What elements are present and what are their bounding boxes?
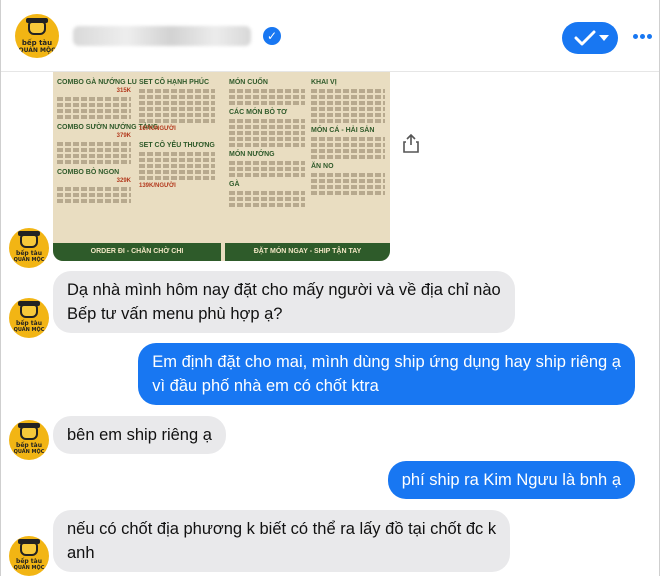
message-line: nếu có chốt địa phương k biết có thể ra … [67,520,497,538]
message-line: vì đầu phố nhà em có chốt ktra [152,377,379,395]
menu-image[interactable]: COMBO GÀ NƯỚNG LU 315K COMBO SƯỜN NƯỚNG … [53,72,390,261]
logo-subtext: QUÁN MỘC [18,47,56,54]
page-avatar[interactable]: bếp tàu QUÁN MỘC [15,14,59,58]
outgoing-message[interactable]: Em định đặt cho mai, mình dùng ship ứng … [138,343,635,405]
message-line: Bếp tư vấn menu phù hợp ạ? [67,305,283,323]
menu-heading: SET CÔ YÊU THƯƠNG [139,142,215,149]
message-line: Dạ nhà mình hôm nay đặt cho mấy người và… [67,281,501,299]
blurred-page-name[interactable] [73,26,251,46]
message-line: phí ship ra Kim Ngưu là bnh ạ [401,471,621,489]
share-icon[interactable] [403,133,419,153]
logo-subtext: QUÁN MỘC [13,257,45,263]
mark-done-button[interactable] [562,22,618,54]
menu-price: 167K/NGƯỜI [139,126,176,132]
menu-column: KHAI VỊ MÓN CÁ - HẢI SẢN ĂN NO [311,78,385,238]
menu-heading: MÓN CÁ - HẢI SẢN [311,127,375,134]
incoming-message[interactable]: nếu có chốt địa phương k biết có thể ra … [53,510,511,572]
verified-icon: ✓ [263,27,281,45]
page-avatar[interactable]: bếp tàu QUÁN MỘC [9,298,49,338]
page-avatar[interactable]: bếp tàu QUÁN MỘC [9,420,49,460]
logo-text: bếp tàu [21,39,53,47]
incoming-message[interactable]: Dạ nhà mình hôm nay đặt cho mấy người và… [53,271,515,333]
chevron-down-icon [599,35,609,41]
menu-heading: COMBO SƯỜN NƯỚNG TẢNG [57,124,159,131]
logo-subtext: QUÁN MỘC [13,327,45,333]
menu-price: 315K [116,88,131,94]
menu-column: SET CÔ HẠNH PHÚC 167K/NGƯỜI SET CÔ YÊU T… [139,78,215,238]
menu-heading: COMBO GÀ NƯỚNG LU [57,79,137,86]
menu-heading: CÁC MÓN BÒ TƠ [229,109,288,116]
menu-heading: MÓN CUỐN [229,79,268,86]
menu-heading: ĂN NO [311,163,334,170]
menu-heading: COMBO BÒ NGON [57,169,120,176]
page-avatar[interactable]: bếp tàu QUÁN MỘC [9,228,49,268]
menu-heading: SET CÔ HẠNH PHÚC [139,79,210,86]
logo-subtext: QUÁN MỘC [13,565,45,571]
logo-subtext: QUÁN MỘC [13,449,45,455]
menu-price: 329K [116,178,131,184]
page-avatar[interactable]: bếp tàu QUÁN MỘC [9,536,49,576]
menu-heading: GÀ [229,181,240,188]
menu-price: 139K/NGƯỜI [139,183,176,189]
menu-column: MÓN CUỐN CÁC MÓN BÒ TƠ MÓN NƯỚNG GÀ [229,78,305,238]
menu-heading: KHAI VỊ [311,79,337,86]
message-line: anh [67,544,95,562]
menu-heading: MÓN NƯỚNG [229,151,275,158]
message-line: Em định đặt cho mai, mình dùng ship ứng … [152,353,621,371]
outgoing-message[interactable]: phí ship ra Kim Ngưu là bnh ạ [387,461,635,499]
more-icon[interactable] [633,30,653,44]
menu-column: COMBO GÀ NƯỚNG LU 315K COMBO SƯỜN NƯỚNG … [57,78,159,238]
menu-footer: ĐẶT MÓN NGAY - SHIP TẬN TAY [225,243,390,261]
message-line: bên em ship riêng ạ [67,426,212,444]
menu-price: 379K [116,133,131,139]
chat-header: bếp tàu QUÁN MỘC ✓ [1,0,659,72]
menu-footer: ORDER ĐI - CHẦN CHỜ CHI [53,243,221,261]
checkmark-icon [574,30,596,46]
incoming-message[interactable]: bên em ship riêng ạ [53,416,226,454]
